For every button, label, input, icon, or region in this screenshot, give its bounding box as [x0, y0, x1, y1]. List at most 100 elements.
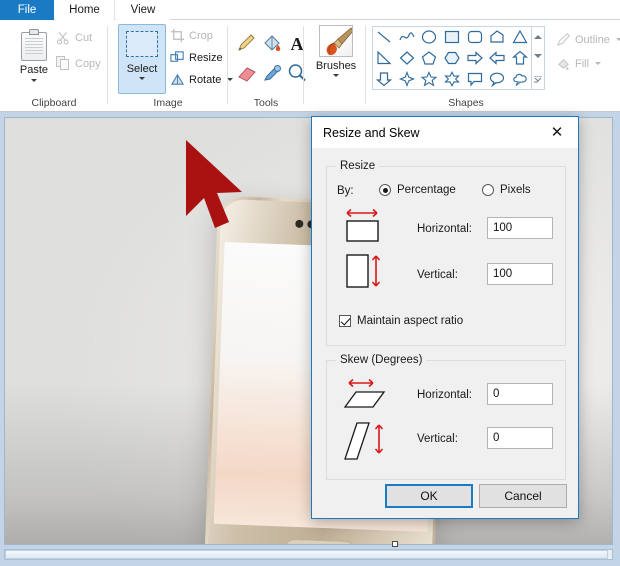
scroll-up-arrow-icon[interactable]	[534, 34, 542, 39]
skew-section: Skew (Degrees) Horizontal: 0 Vertical: 0	[326, 354, 566, 480]
tab-file-label: File	[17, 4, 37, 16]
resize-horizontal-label: Horizontal:	[417, 223, 472, 235]
canvas-resize-handle[interactable]	[392, 541, 398, 547]
fill-label: Fill	[575, 57, 590, 70]
dialog-title: Resize and Skew	[323, 125, 420, 140]
ribbon-group-tools: A Tools	[228, 20, 306, 112]
shape-five-point-star[interactable]	[418, 68, 441, 89]
copy-button[interactable]: Copy	[56, 56, 101, 71]
shape-rectangular-callout[interactable]	[463, 68, 486, 89]
paint-bucket-icon[interactable]	[261, 32, 283, 54]
pencil-icon[interactable]	[236, 32, 258, 54]
resize-horizontal-input[interactable]: 100	[487, 217, 553, 239]
paintbrush-icon	[319, 25, 353, 57]
copy-label: Copy	[75, 57, 101, 70]
resize-vertical-input[interactable]: 100	[487, 263, 553, 285]
group-label-image: Image	[153, 97, 183, 109]
skew-vertical-label: Vertical:	[417, 433, 458, 445]
fill-dropdown-caret-icon[interactable]	[595, 62, 602, 65]
select-button[interactable]: Select	[118, 24, 166, 94]
tab-home[interactable]: Home	[55, 0, 115, 20]
crop-label: Crop	[189, 29, 213, 42]
rotate-icon	[170, 73, 185, 85]
fill-bucket-icon	[558, 59, 569, 71]
skew-vertical-input[interactable]: 0	[487, 427, 553, 449]
eyedropper-icon[interactable]	[261, 62, 283, 84]
horizontal-scrollbar[interactable]	[4, 549, 613, 560]
shape-oval[interactable]	[418, 27, 441, 48]
paste-button[interactable]: Paste	[8, 25, 60, 93]
resize-section: Resize By: Percentage Pixels Horizontal:…	[326, 160, 566, 346]
radio-pixels[interactable]: Pixels	[482, 184, 531, 196]
resize-and-skew-dialog: Resize and Skew ✕ Resize By: Percentage …	[311, 116, 579, 519]
select-dropdown-caret-icon[interactable]	[139, 77, 145, 80]
rotate-button[interactable]: Rotate	[170, 72, 234, 87]
outline-label: Outline	[575, 33, 610, 46]
cut-button[interactable]: Cut	[56, 31, 92, 45]
shape-four-point-star[interactable]	[396, 68, 419, 89]
resize-horizontal-value: 100	[493, 222, 513, 234]
vertical-skew-icon	[344, 422, 384, 460]
shapes-gallery-scrollbar[interactable]	[532, 26, 545, 90]
shape-rounded-rectangle[interactable]	[463, 27, 486, 48]
outline-button[interactable]: Outline	[556, 32, 620, 47]
shape-curve[interactable]	[396, 27, 419, 48]
shape-rectangle[interactable]	[441, 27, 464, 48]
scroll-down-arrow-icon[interactable]	[534, 54, 542, 59]
tab-view[interactable]: View	[116, 0, 170, 20]
radio-percentage[interactable]: Percentage	[379, 184, 456, 196]
radio-pixels-indicator	[482, 184, 494, 196]
shape-six-point-star[interactable]	[441, 68, 464, 89]
shape-hexagon[interactable]	[441, 48, 464, 69]
tab-file[interactable]: File	[0, 0, 54, 20]
shape-line[interactable]	[373, 27, 396, 48]
shape-left-arrow[interactable]	[486, 48, 509, 69]
by-label: By:	[337, 185, 354, 197]
tab-view-label: View	[130, 4, 156, 16]
cancel-button[interactable]: Cancel	[479, 484, 567, 508]
shape-up-arrow[interactable]	[508, 48, 531, 69]
ribbon: Paste Cut Copy Clipboard Select Crop Res…	[0, 20, 620, 112]
shape-polygon[interactable]	[486, 27, 509, 48]
skew-horizontal-input[interactable]: 0	[487, 383, 553, 405]
ribbon-tab-strip: File Home View	[0, 0, 620, 20]
shape-right-arrow[interactable]	[463, 48, 486, 69]
outline-dropdown-caret-icon[interactable]	[615, 38, 620, 41]
shape-cloud-callout[interactable]	[508, 68, 531, 89]
paint-window: File Home View Paste Cut Copy Clipboard …	[0, 0, 620, 566]
shape-oval-callout[interactable]	[486, 68, 509, 89]
crop-button[interactable]: Crop	[170, 28, 213, 43]
copy-icon	[56, 56, 70, 71]
resize-vertical-value: 100	[493, 268, 513, 280]
maintain-aspect-ratio-label: Maintain aspect ratio	[357, 315, 464, 327]
shape-diamond[interactable]	[396, 48, 419, 69]
fill-button[interactable]: Fill	[556, 56, 602, 71]
shape-pentagon[interactable]	[418, 48, 441, 69]
shapes-gallery[interactable]	[372, 26, 532, 90]
marquee-select-icon	[126, 31, 158, 57]
brushes-button[interactable]: Brushes	[316, 25, 356, 95]
expand-gallery-arrow-icon[interactable]	[534, 74, 542, 83]
tab-home-label: Home	[69, 4, 100, 16]
paste-dropdown-caret-icon[interactable]	[31, 79, 37, 82]
ok-button[interactable]: OK	[385, 484, 473, 508]
shape-triangle[interactable]	[508, 27, 531, 48]
group-label-tools: Tools	[253, 97, 279, 109]
resize-label: Resize	[189, 51, 223, 64]
shape-down-arrow[interactable]	[373, 68, 396, 89]
dialog-title-bar[interactable]: Resize and Skew ✕	[312, 117, 578, 148]
close-icon[interactable]: ✕	[536, 117, 578, 148]
select-label: Select	[126, 63, 158, 75]
resize-icon	[170, 51, 184, 62]
maintain-aspect-ratio-checkbox[interactable]: Maintain aspect ratio	[339, 315, 463, 327]
group-label-shapes: Shapes	[448, 97, 484, 109]
scissors-icon	[56, 31, 69, 45]
eraser-icon[interactable]	[236, 62, 258, 84]
horizontal-resize-icon	[346, 208, 379, 242]
resize-button[interactable]: Resize	[170, 50, 223, 65]
radio-percentage-indicator	[379, 184, 391, 196]
shape-right-triangle[interactable]	[373, 48, 396, 69]
horizontal-scrollbar-thumb[interactable]	[5, 550, 608, 559]
brushes-label: Brushes	[315, 60, 357, 72]
brushes-dropdown-caret-icon[interactable]	[333, 74, 339, 77]
